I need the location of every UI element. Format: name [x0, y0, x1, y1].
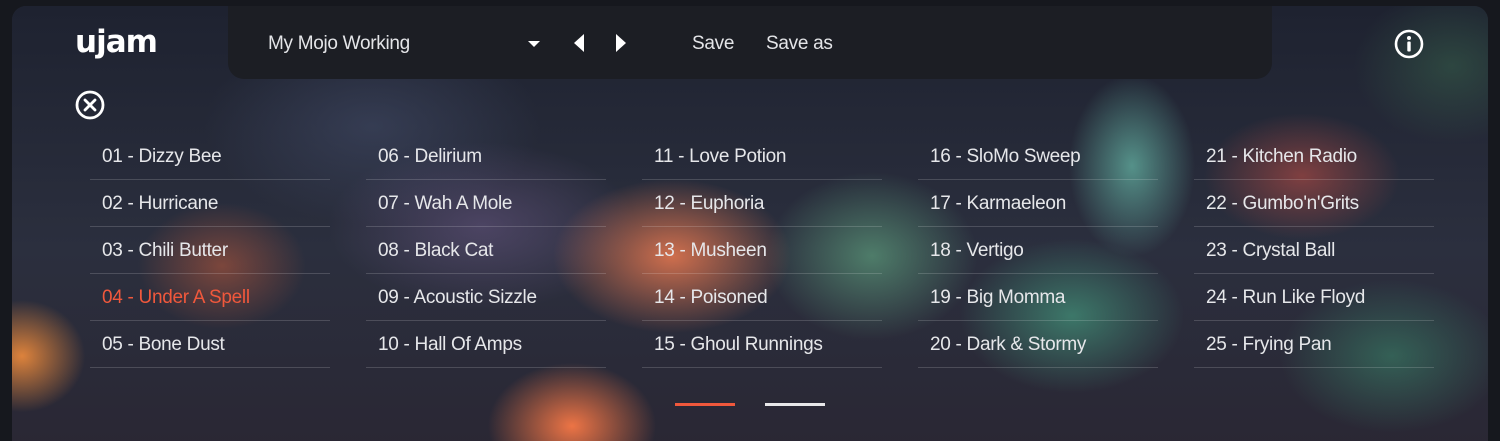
preset-item[interactable]: 01 - Dizzy Bee: [90, 133, 330, 180]
preset-item[interactable]: 18 - Vertigo: [918, 227, 1158, 274]
preset-item-label: 16 - SloMo Sweep: [930, 146, 1081, 167]
preset-dropdown-arrow-icon[interactable]: [528, 41, 540, 47]
next-preset-arrow-icon[interactable]: [616, 34, 626, 52]
preset-item-label: 24 - Run Like Floyd: [1206, 287, 1366, 308]
preset-item[interactable]: 20 - Dark & Stormy: [918, 321, 1158, 368]
preset-item[interactable]: 07 - Wah A Mole: [366, 180, 606, 227]
preset-item[interactable]: 11 - Love Potion: [642, 133, 882, 180]
save-button[interactable]: Save: [692, 32, 734, 56]
preset-item[interactable]: 08 - Black Cat: [366, 227, 606, 274]
preset-name-display[interactable]: My Mojo Working: [268, 32, 410, 56]
preset-item[interactable]: 21 - Kitchen Radio: [1194, 133, 1434, 180]
page-indicator-1[interactable]: [675, 403, 735, 406]
preset-item-label: 23 - Crystal Ball: [1206, 240, 1335, 261]
preset-column-5: 21 - Kitchen Radio 22 - Gumbo'n'Grits 23…: [1194, 133, 1434, 368]
preset-item-label: 02 - Hurricane: [102, 193, 219, 214]
preset-column-4: 16 - SloMo Sweep 17 - Karmaeleon 18 - Ve…: [918, 133, 1158, 368]
preset-item[interactable]: 06 - Delirium: [366, 133, 606, 180]
preset-item[interactable]: 03 - Chili Butter: [90, 227, 330, 274]
preset-item-label: 13 - Musheen: [654, 240, 767, 261]
preset-item-label: 05 - Bone Dust: [102, 334, 225, 355]
preset-item-label: 17 - Karmaeleon: [930, 193, 1066, 214]
preset-item[interactable]: 24 - Run Like Floyd: [1194, 274, 1434, 321]
preset-item-label: 25 - Frying Pan: [1206, 334, 1332, 355]
preset-item[interactable]: 13 - Musheen: [642, 227, 882, 274]
plugin-window: ujam My Mojo Working Save Save as 01 - D…: [0, 0, 1500, 441]
preset-item[interactable]: 10 - Hall Of Amps: [366, 321, 606, 368]
preset-item[interactable]: 22 - Gumbo'n'Grits: [1194, 180, 1434, 227]
preset-item-label: 04 - Under A Spell: [102, 287, 250, 308]
preset-item-label: 22 - Gumbo'n'Grits: [1206, 193, 1359, 214]
preset-item-label: 07 - Wah A Mole: [378, 193, 513, 214]
preset-item-label: 21 - Kitchen Radio: [1206, 146, 1357, 167]
preset-item-selected[interactable]: 04 - Under A Spell: [90, 274, 330, 321]
page-indicator-2[interactable]: [765, 403, 825, 406]
preset-column-1: 01 - Dizzy Bee 02 - Hurricane 03 - Chili…: [90, 133, 330, 368]
preset-item-label: 12 - Euphoria: [654, 193, 765, 214]
preset-item[interactable]: 15 - Ghoul Runnings: [642, 321, 882, 368]
preset-item[interactable]: 02 - Hurricane: [90, 180, 330, 227]
preset-item-label: 03 - Chili Butter: [102, 240, 228, 261]
preset-item[interactable]: 12 - Euphoria: [642, 180, 882, 227]
preset-item-label: 20 - Dark & Stormy: [930, 334, 1087, 355]
preset-item-label: 08 - Black Cat: [378, 240, 494, 261]
preset-item[interactable]: 23 - Crystal Ball: [1194, 227, 1434, 274]
preset-item-label: 19 - Big Momma: [930, 287, 1066, 308]
preset-item-label: 10 - Hall Of Amps: [378, 334, 522, 355]
preset-item[interactable]: 05 - Bone Dust: [90, 321, 330, 368]
save-as-button[interactable]: Save as: [766, 32, 833, 56]
previous-preset-arrow-icon[interactable]: [574, 34, 584, 52]
preset-item[interactable]: 16 - SloMo Sweep: [918, 133, 1158, 180]
preset-item-label: 15 - Ghoul Runnings: [654, 334, 823, 355]
preset-item[interactable]: 14 - Poisoned: [642, 274, 882, 321]
preset-item-label: 01 - Dizzy Bee: [102, 146, 222, 167]
preset-item-label: 06 - Delirium: [378, 146, 482, 167]
ujam-logo: ujam: [75, 24, 158, 60]
preset-item[interactable]: 17 - Karmaeleon: [918, 180, 1158, 227]
preset-column-2: 06 - Delirium 07 - Wah A Mole 08 - Black…: [366, 133, 606, 368]
preset-item[interactable]: 25 - Frying Pan: [1194, 321, 1434, 368]
preset-item-label: 14 - Poisoned: [654, 287, 768, 308]
close-browser-icon[interactable]: [74, 89, 106, 121]
preset-item-label: 11 - Love Potion: [654, 146, 787, 167]
preset-item[interactable]: 19 - Big Momma: [918, 274, 1158, 321]
preset-item-label: 18 - Vertigo: [930, 240, 1024, 261]
info-icon[interactable]: [1393, 28, 1425, 60]
preset-item[interactable]: 09 - Acoustic Sizzle: [366, 274, 606, 321]
preset-column-3: 11 - Love Potion 12 - Euphoria 13 - Mush…: [642, 133, 882, 368]
preset-item-label: 09 - Acoustic Sizzle: [378, 287, 537, 308]
